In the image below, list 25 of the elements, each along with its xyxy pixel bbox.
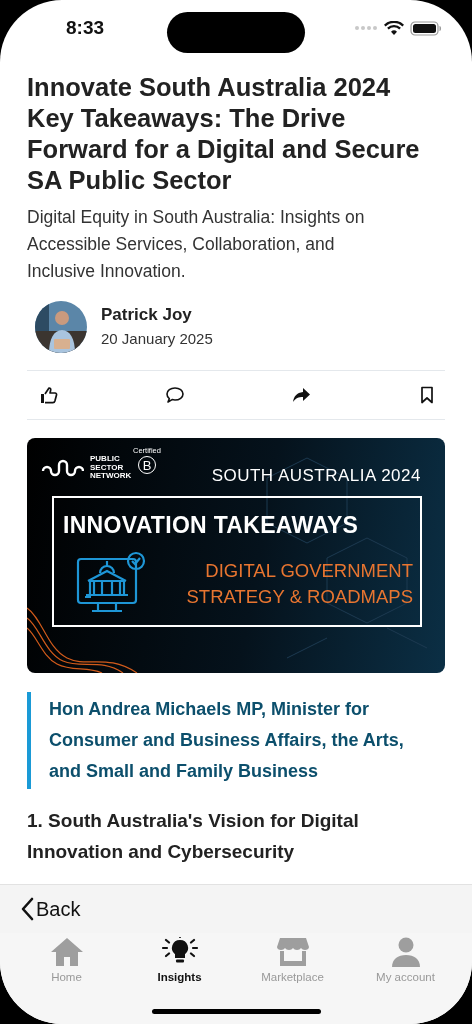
network-logo-icon bbox=[40, 457, 84, 478]
publish-date: 20 January 2025 bbox=[101, 329, 213, 349]
back-button[interactable]: Back bbox=[20, 897, 81, 921]
thumbs-up-icon[interactable] bbox=[39, 385, 59, 405]
battery-icon bbox=[410, 20, 442, 36]
status-time: 8:33 bbox=[66, 17, 105, 39]
home-icon bbox=[49, 937, 84, 967]
comment-icon[interactable] bbox=[165, 385, 185, 405]
chevron-left-icon bbox=[20, 897, 34, 921]
tab-item[interactable]: Home bbox=[10, 933, 123, 1024]
tab-item[interactable]: Insights bbox=[123, 933, 236, 1024]
tab-item[interactable]: Marketplace bbox=[236, 933, 349, 1024]
banner-headline: INNOVATION TAKEAWAYS bbox=[63, 512, 359, 539]
pull-quote: Hon Andrea Michaels MP, Minister for Consumer and Business Affairs, the Arts, and Small and Family Business bbox=[27, 692, 445, 789]
wifi-icon bbox=[384, 20, 404, 36]
article-subtitle: Digital Equity in South Australia: Insights on Accessible Services, Collaboration, and Inclusive Innovation. bbox=[27, 206, 366, 283]
logo-text: PUBLIC SECTOR NETWORK bbox=[90, 455, 132, 481]
banner-topic: DIGITAL GOVERNMENT STRATEGY & ROADMAPS bbox=[186, 559, 413, 609]
article-title: Innovate South Australia 2024 Key Takeaways: The Drive Forward for a Digital and Secure SA Public Sector bbox=[27, 72, 421, 196]
section-heading: 1. South Australia's Vision for Digital Innovation and Cybersecurity bbox=[27, 809, 360, 864]
tab-item[interactable]: My account bbox=[349, 933, 462, 1024]
store-icon bbox=[275, 937, 310, 967]
banner-region: SOUTH AUSTRALIA 2024 bbox=[211, 466, 421, 486]
signal-icon bbox=[354, 25, 378, 31]
author-name: Patrick Joy bbox=[101, 304, 193, 326]
